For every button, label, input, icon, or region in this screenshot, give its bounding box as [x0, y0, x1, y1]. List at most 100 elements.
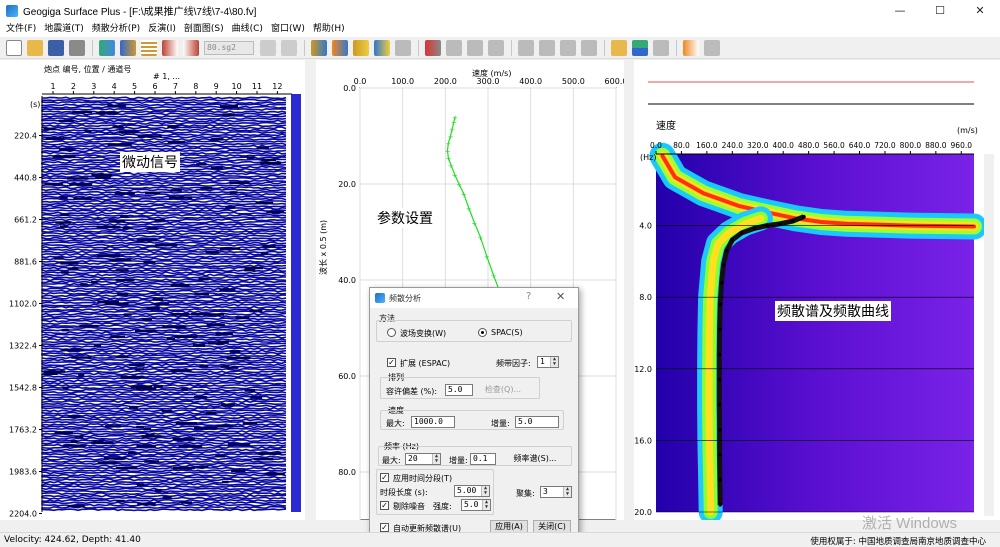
trace-display-icon[interactable] — [141, 39, 157, 56]
run-icon[interactable] — [518, 39, 534, 56]
trace-event — [225, 206, 236, 209]
espac-label: 扩展 (ESPAC) — [400, 359, 451, 368]
trace-panel[interactable]: 炮点 编号, 位置 / 通道号 # 1, ... (s) 1 2 3 4 5 6 7 8 9 10… — [0, 60, 305, 532]
vmax-input[interactable]: 1000.0 — [411, 416, 455, 428]
print-icon[interactable] — [69, 39, 85, 56]
menu-inversion[interactable]: 反演(I) — [144, 21, 180, 37]
band-factor-spinner[interactable]: 1 ▲ ▼ — [537, 356, 559, 368]
trace-event — [172, 438, 196, 441]
trace-event — [256, 146, 269, 150]
trace-event — [109, 258, 132, 262]
trace-event — [143, 428, 152, 431]
menu-section[interactable]: 剖面图(S) — [180, 21, 228, 37]
spectrum-panel[interactable]: 4.0 8.0 12.0 16.0 20.0 0.0 80.0 160.0 240.0 320.0… — [634, 60, 1000, 532]
trace-event — [61, 271, 69, 274]
spectrum-label: 频散谱及频散曲线 — [775, 301, 891, 321]
undo-icon[interactable] — [560, 39, 576, 56]
trace-number-label: 4 — [112, 82, 117, 91]
radio-wavefield-label[interactable]: 波场变换(W) — [400, 328, 446, 339]
menu-curve[interactable]: 曲线(C) — [228, 21, 267, 37]
trace-line — [41, 342, 287, 346]
save-icon[interactable] — [48, 39, 64, 56]
trace-line — [41, 482, 287, 487]
stack-spinner[interactable]: 3 ▲ ▼ — [540, 486, 572, 498]
dialog-app-icon — [375, 293, 385, 303]
splitter-right[interactable] — [624, 60, 634, 532]
dispersion-dialog: 频散分析 ? ✕ 方法 波场变换(W) SPAC(S) ✓ 扩展 (ESPAC)… — [369, 287, 579, 541]
trace-line — [41, 436, 287, 441]
spectrum-plot[interactable]: 4.0 8.0 12.0 16.0 20.0 0.0 80.0 160.0 240.0 320.0… — [634, 60, 1000, 532]
minimize-button[interactable]: — — [880, 0, 920, 21]
trace-event — [123, 313, 132, 316]
close-window-button[interactable]: ✕ — [960, 0, 1000, 21]
inversion-model-icon[interactable] — [425, 39, 441, 56]
section-icon[interactable] — [611, 39, 627, 56]
trace-event — [178, 445, 203, 448]
cursor-icon[interactable] — [683, 39, 699, 56]
spectrum-icon[interactable] — [353, 39, 369, 56]
radio-wavefield[interactable] — [387, 328, 396, 337]
trace-event — [108, 220, 126, 223]
band-factor-label: 频带因子: — [496, 359, 531, 368]
arrow-left-icon[interactable] — [260, 39, 276, 56]
model-edit-icon[interactable] — [467, 39, 483, 56]
menu-file[interactable]: 文件(F) — [2, 21, 40, 37]
record-prev-icon[interactable] — [162, 39, 178, 56]
trace-event — [59, 196, 68, 199]
trace-line — [41, 498, 287, 503]
dialog-title-bar[interactable]: 频散分析 ? ✕ — [370, 288, 578, 308]
menu-traces[interactable]: 地震道(T) — [40, 21, 88, 37]
espac-checkbox[interactable]: ✓ — [387, 358, 396, 367]
record-next-icon[interactable] — [183, 39, 199, 56]
trace-edit-icon[interactable] — [99, 39, 115, 56]
radio-spac[interactable] — [478, 328, 487, 337]
curve-edit-icon[interactable] — [374, 39, 390, 56]
maximize-button[interactable]: ☐ — [920, 0, 960, 21]
fmax-spinner[interactable]: 20 ▲ ▼ — [405, 453, 441, 465]
frequency-tick-label: 16.0 — [634, 436, 652, 445]
dialog-close-icon[interactable]: ✕ — [556, 290, 565, 303]
stop-icon[interactable] — [539, 39, 555, 56]
trace-line — [41, 390, 287, 395]
curve-smooth-icon[interactable] — [395, 39, 411, 56]
app-logo-icon — [6, 4, 18, 17]
trace-event — [244, 266, 263, 270]
spectrum-button[interactable]: 频率谱(S)... — [505, 452, 565, 466]
check-button[interactable]: 检查(Q)... — [478, 383, 528, 397]
dispersion-point — [802, 214, 806, 219]
arrow-right-icon[interactable] — [281, 39, 297, 56]
redo-icon[interactable] — [581, 39, 597, 56]
contour-icon[interactable] — [632, 39, 648, 56]
trace-line — [41, 234, 287, 238]
trace-event — [135, 329, 157, 333]
model-fit-icon[interactable] — [488, 39, 504, 56]
menu-dispersion[interactable]: 频散分析(P) — [88, 21, 144, 37]
dispersion-icon[interactable] — [311, 39, 327, 56]
dispersion-point — [752, 226, 757, 231]
record-combo[interactable]: 80.sg2 — [204, 40, 254, 55]
splitter-left[interactable] — [305, 60, 315, 532]
trace-event — [68, 267, 79, 270]
trace-event — [155, 243, 178, 247]
help-icon[interactable]: ? — [526, 291, 531, 302]
trace-event — [194, 292, 209, 296]
vinc-input[interactable]: 5.0 — [515, 416, 559, 428]
radio-spac-label[interactable]: SPAC(S) — [491, 328, 523, 337]
menu-window[interactable]: 窗口(W) — [267, 21, 309, 37]
model-layer-icon[interactable] — [446, 39, 462, 56]
trace-plot[interactable]: 1 2 3 4 5 6 7 8 9 10 11 12220.4440.8661.2881.61102.… — [0, 60, 305, 532]
trace-line — [41, 238, 287, 243]
open-folder-icon[interactable] — [27, 39, 43, 56]
auto-update-checkbox[interactable]: ✓ — [380, 523, 389, 532]
trace-event — [136, 239, 157, 242]
new-file-icon[interactable] — [6, 39, 22, 56]
trace-filter-icon[interactable] — [120, 39, 136, 56]
menu-help[interactable]: 帮助(H) — [309, 21, 349, 37]
section-edit-icon[interactable] — [653, 39, 669, 56]
tolerance-input[interactable]: 5.0 — [445, 384, 473, 396]
pick-curve-icon[interactable] — [332, 39, 348, 56]
dispersion-point — [718, 478, 722, 482]
finc-input[interactable]: 0.1 — [470, 453, 496, 465]
tools-icon[interactable] — [704, 39, 720, 56]
trace-event — [154, 489, 162, 492]
